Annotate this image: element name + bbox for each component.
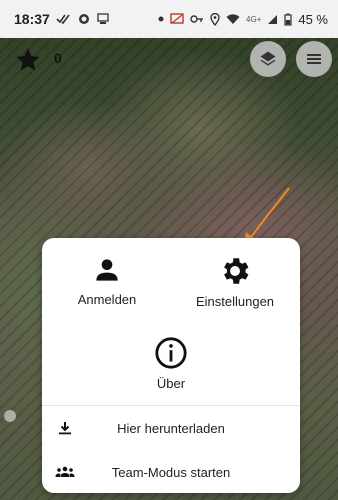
dot-icon — [158, 16, 164, 22]
app-notification-icon — [78, 14, 89, 24]
network-type: 4G+ — [246, 14, 262, 24]
layers-button[interactable] — [250, 41, 286, 77]
person-icon — [96, 259, 118, 281]
settings-tile[interactable]: Einstellungen — [185, 254, 285, 309]
about-tile[interactable]: Über — [131, 336, 211, 391]
compass-icon[interactable] — [4, 410, 16, 422]
settings-label: Einstellungen — [195, 294, 275, 309]
notification-icons — [56, 13, 110, 25]
hamburger-icon — [307, 54, 321, 64]
battery-percent: 45 % — [298, 11, 328, 27]
status-bar: 18:37 4G+ 45 % — [0, 0, 338, 38]
main-menu-sheet: Anmelden Einstellungen Über Hier herunte… — [42, 238, 300, 493]
about-label: Über — [156, 376, 186, 391]
group-icon-wrap — [42, 466, 88, 478]
status-time: 18:37 — [14, 11, 50, 27]
battery-icon — [284, 13, 292, 26]
star-icon[interactable] — [14, 46, 42, 74]
login-label: Anmelden — [77, 292, 137, 307]
system-icons: 4G+ 45 % — [158, 12, 328, 27]
download-icon-wrap — [42, 421, 88, 435]
location-icon — [210, 12, 220, 26]
signal-icon — [268, 14, 278, 24]
layers-icon — [260, 51, 276, 66]
group-icon — [55, 466, 75, 477]
menu-divider — [42, 405, 300, 406]
download-here-label: Hier herunterladen — [117, 420, 225, 436]
team-mode-label: Team-Modus starten — [111, 464, 231, 480]
menu-button[interactable] — [296, 41, 332, 77]
download-here-row[interactable]: Hier herunterladen — [42, 408, 300, 448]
double-check-icon — [56, 14, 70, 25]
cast-icon — [170, 13, 184, 24]
star-count: 0 — [54, 50, 62, 66]
info-icon — [155, 337, 187, 369]
device-notification-icon — [97, 13, 109, 24]
team-mode-row[interactable]: Team-Modus starten — [42, 452, 300, 492]
download-icon — [59, 422, 71, 435]
gear-icon — [224, 258, 249, 284]
key-icon — [190, 15, 204, 23]
wifi-icon — [226, 13, 240, 24]
login-tile[interactable]: Anmelden — [67, 254, 147, 307]
